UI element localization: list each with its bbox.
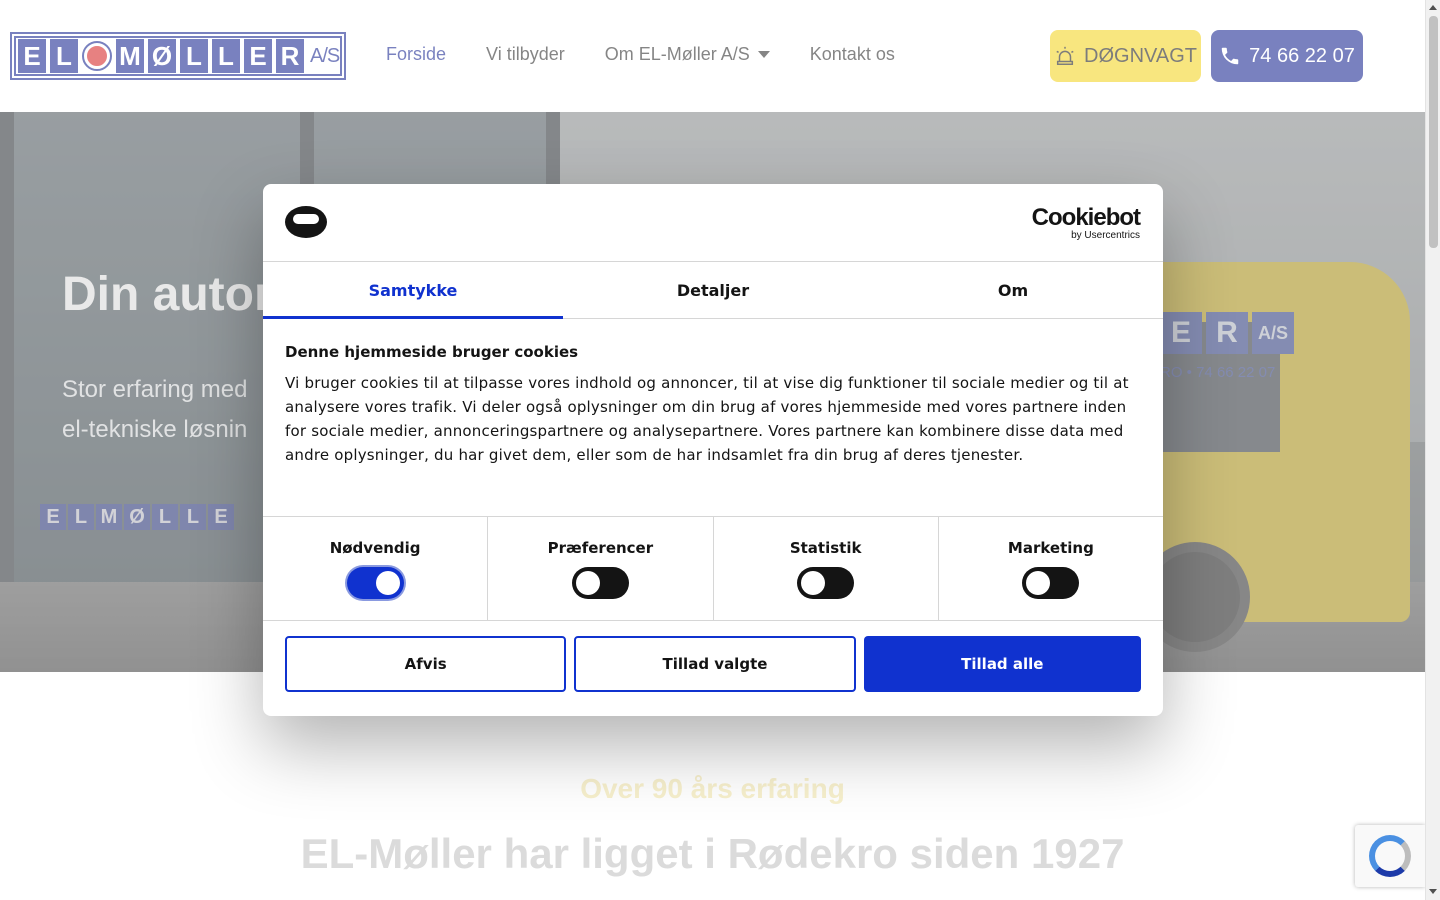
dialog-description: Vi bruger cookies til at tilpasse vores …	[285, 374, 1129, 464]
recaptcha-icon	[1369, 835, 1411, 877]
logo-suffix: A/S	[310, 44, 340, 67]
tab-om[interactable]: Om	[863, 262, 1163, 318]
dogn-vagt-label: DØGNVAGT	[1084, 44, 1197, 67]
category-label: Præferencer	[547, 538, 654, 557]
siren-icon	[1056, 46, 1074, 65]
category-label: Nødvendig	[329, 538, 421, 557]
scrollbar-thumb[interactable]	[1429, 16, 1438, 248]
cookiebot-name: Cookiebot	[1031, 204, 1141, 231]
dogn-vagt-button[interactable]: DØGNVAGT	[1050, 30, 1201, 82]
scroll-down-arrow-icon[interactable]	[1429, 889, 1437, 894]
category-preferences: Præferencer	[488, 517, 714, 620]
allow-all-button[interactable]: Tillad alle	[863, 636, 1141, 692]
category-statistics: Statistik	[714, 517, 939, 620]
phone-icon	[1221, 47, 1239, 65]
logo-letter: L	[212, 39, 240, 73]
logo-letter: L	[50, 39, 78, 73]
nav-item-kontakt-os[interactable]: Kontakt os	[810, 44, 895, 65]
reject-button[interactable]: Afvis	[285, 636, 567, 692]
marketing-toggle[interactable]	[1022, 566, 1080, 599]
cookie-consent-dialog: Cookiebot by Usercentrics Samtykke Detal…	[263, 184, 1163, 716]
caret-down-icon[interactable]	[757, 51, 770, 58]
recaptcha-badge[interactable]	[1355, 825, 1425, 887]
phone-label: 74 66 22 07	[1249, 44, 1355, 67]
logo-letter: E	[244, 39, 272, 73]
tab-detaljer[interactable]: Detaljer	[563, 262, 863, 318]
nav-item-vi-tilbyder[interactable]: Vi tilbyder	[486, 44, 565, 65]
main-nav: Forside Vi tilbyder Om EL-Møller A/S Kon…	[386, 44, 895, 65]
nav-item-om-el-moller[interactable]: Om EL-Møller A/S	[605, 44, 770, 65]
dialog-tabs: Samtykke Detaljer Om	[263, 262, 1163, 319]
logo-frame: E L M Ø L L E R A/S	[14, 36, 342, 76]
logo-letter: R	[276, 39, 304, 73]
page-scrollbar[interactable]	[1425, 0, 1440, 900]
logo-letter: L	[180, 39, 208, 73]
dialog-body: Denne hjemmeside bruger cookies Vi bruge…	[263, 319, 1163, 517]
scroll-up-arrow-icon[interactable]	[1429, 5, 1437, 10]
category-marketing: Marketing	[939, 517, 1163, 620]
tab-samtykke[interactable]: Samtykke	[263, 262, 563, 319]
section-tagline: Over 90 års erfaring	[580, 773, 845, 804]
dialog-heading: Denne hjemmeside bruger cookies	[285, 343, 579, 361]
cookiebot-logo-icon	[285, 206, 327, 238]
hero-subtitle: Stor erfaring med el-tekniske løsnin	[62, 376, 248, 443]
section-headline: EL-Møller har ligget i Rødekro siden 192…	[300, 830, 1125, 877]
site-logo[interactable]: E L M Ø L L E R A/S	[10, 32, 346, 80]
nav-item-forside[interactable]: Forside	[386, 44, 446, 65]
nav-label: Kontakt os	[809, 44, 895, 64]
dialog-actions: Afvis Tillad valgte Tillad alle	[263, 621, 1163, 707]
dialog-header: Cookiebot by Usercentrics	[263, 184, 1163, 262]
category-label: Statistik	[789, 538, 862, 557]
phone-button[interactable]: 74 66 22 07	[1211, 30, 1363, 82]
nav-label: Forside	[386, 44, 447, 64]
statistics-toggle[interactable]	[797, 566, 855, 599]
nav-label: Om EL-Møller A/S	[604, 44, 750, 64]
hero-title: Din autor	[62, 268, 273, 321]
preferences-toggle[interactable]	[571, 566, 629, 599]
logo-letter: E	[18, 39, 46, 73]
logo-letter: Ø	[148, 39, 176, 73]
consent-categories: Nødvendig Præferencer Statistik Marketin…	[263, 517, 1163, 621]
category-necessary: Nødvendig	[263, 517, 489, 620]
necessary-toggle[interactable]	[346, 566, 404, 599]
logo-letter: M	[116, 39, 144, 73]
logo-badge-icon	[82, 41, 112, 71]
cookiebot-brand[interactable]: Cookiebot by Usercentrics	[1031, 204, 1141, 242]
category-label: Marketing	[1007, 538, 1094, 557]
site-header: E L M Ø L L E R A/S Forside Vi tilbyder …	[0, 0, 1425, 112]
allow-selected-button[interactable]: Tillad valgte	[574, 636, 856, 692]
nav-label: Vi tilbyder	[486, 44, 565, 64]
cookiebot-byline: by Usercentrics	[1071, 230, 1140, 241]
